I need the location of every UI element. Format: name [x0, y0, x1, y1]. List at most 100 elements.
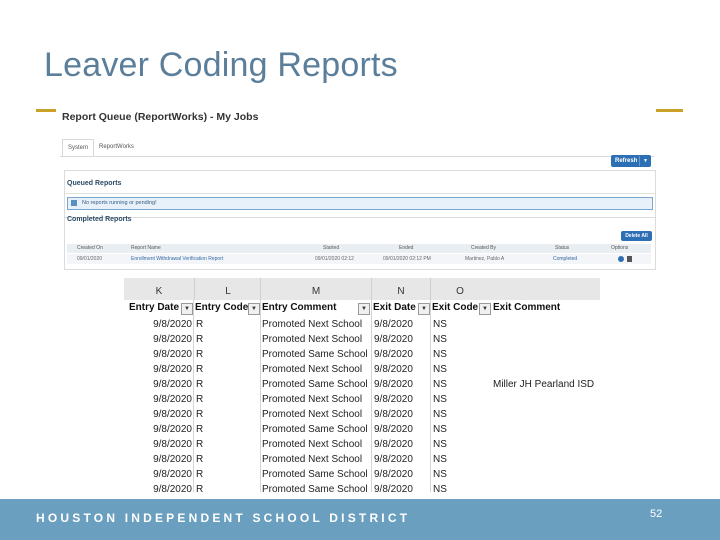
cell-exit-comment[interactable]	[493, 317, 600, 332]
col-status[interactable]: Status	[555, 244, 569, 253]
col-report-name[interactable]: Report Name	[131, 244, 161, 253]
report-name-link[interactable]: Enrollment Withdrawal Verification Repor…	[131, 254, 223, 264]
cell-entry-date[interactable]: 9/8/2020	[124, 362, 192, 377]
cell-exit-code[interactable]: NS	[433, 422, 463, 437]
cell-exit-comment[interactable]	[493, 347, 600, 362]
cell-exit-date[interactable]: 9/8/2020	[374, 422, 429, 437]
header-exit-date: Exit Date	[373, 302, 416, 313]
column-letter-n[interactable]: N	[371, 278, 431, 300]
column-letter-o[interactable]: O	[430, 278, 490, 300]
column-letter-m[interactable]: M	[260, 278, 372, 300]
cell-exit-comment[interactable]	[493, 392, 600, 407]
cell-entry-comment[interactable]: Promoted Same School	[262, 467, 370, 482]
cell-exit-code[interactable]: NS	[433, 437, 463, 452]
tab-reportworks[interactable]: ReportWorks	[94, 139, 139, 155]
col-created-on[interactable]: Created On	[77, 244, 103, 253]
cell-exit-date[interactable]: 9/8/2020	[374, 317, 429, 332]
cell-exit-code[interactable]: NS	[433, 482, 463, 492]
cell-exit-code[interactable]: NS	[433, 347, 463, 362]
col-started[interactable]: Started	[323, 244, 339, 253]
cell-entry-comment[interactable]: Promoted Next School	[262, 452, 370, 467]
cell-entry-comment[interactable]: Promoted Next School	[262, 332, 370, 347]
cell-entry-code[interactable]: R	[196, 332, 216, 347]
cell-entry-comment[interactable]: Promoted Same School	[262, 422, 370, 437]
refresh-button[interactable]: Refresh ▼	[611, 155, 651, 167]
footer-district-name: HOUSTON INDEPENDENT SCHOOL DISTRICT	[36, 511, 411, 525]
cell-entry-comment[interactable]: Promoted Next School	[262, 317, 370, 332]
cell-exit-comment[interactable]	[493, 407, 600, 422]
cell-entry-code[interactable]: R	[196, 347, 216, 362]
cell-exit-date[interactable]: 9/8/2020	[374, 407, 429, 422]
tab-system[interactable]: System	[62, 139, 95, 156]
cell-exit-date[interactable]: 9/8/2020	[374, 467, 429, 482]
cell-exit-comment[interactable]: Miller JH Pearland ISD	[493, 377, 600, 392]
cell-exit-code[interactable]: NS	[433, 332, 463, 347]
cell-entry-date[interactable]: 9/8/2020	[124, 407, 192, 422]
table-row: 9/8/2020 R Promoted Next School 9/8/2020 NS	[124, 362, 600, 377]
delete-icon[interactable]	[627, 256, 632, 262]
cell-entry-code[interactable]: R	[196, 407, 216, 422]
cell-entry-code[interactable]: R	[196, 437, 216, 452]
cell-entry-code[interactable]: R	[196, 392, 216, 407]
cell-exit-code[interactable]: NS	[433, 452, 463, 467]
cell-exit-date[interactable]: 9/8/2020	[374, 392, 429, 407]
cell-exit-comment[interactable]	[493, 482, 600, 492]
cell-entry-code[interactable]: R	[196, 452, 216, 467]
filter-applied-icon[interactable]: ▼	[479, 303, 491, 315]
cell-exit-comment[interactable]	[493, 422, 600, 437]
cell-exit-code[interactable]: NS	[433, 407, 463, 422]
cell-exit-date[interactable]: 9/8/2020	[374, 362, 429, 377]
chevron-down-icon[interactable]: ▼	[643, 155, 648, 167]
cell-entry-comment[interactable]: Promoted Next School	[262, 437, 370, 452]
cell-entry-date[interactable]: 9/8/2020	[124, 437, 192, 452]
cell-exit-code[interactable]: NS	[433, 392, 463, 407]
column-letter-k[interactable]: K	[124, 278, 194, 300]
cell-exit-comment[interactable]	[493, 452, 600, 467]
cell-exit-date[interactable]: 9/8/2020	[374, 452, 429, 467]
cell-exit-code[interactable]: NS	[433, 362, 463, 377]
download-icon[interactable]	[618, 256, 624, 262]
col-created-by[interactable]: Created By	[471, 244, 496, 253]
cell-entry-comment[interactable]: Promoted Same School	[262, 347, 370, 362]
delete-all-button[interactable]: Delete All	[621, 231, 652, 241]
cell-entry-comment[interactable]: Promoted Same School	[262, 482, 370, 492]
filter-dropdown-icon[interactable]: ▼	[181, 303, 193, 315]
cell-entry-comment[interactable]: Promoted Next School	[262, 362, 370, 377]
filter-dropdown-icon[interactable]: ▼	[418, 303, 430, 315]
cell-exit-code[interactable]: NS	[433, 317, 463, 332]
cell-exit-comment[interactable]	[493, 332, 600, 347]
completed-reports-header: Created On Report Name Started Ended Cre…	[67, 244, 651, 253]
cell-entry-date[interactable]: 9/8/2020	[124, 467, 192, 482]
cell-entry-date[interactable]: 9/8/2020	[124, 332, 192, 347]
cell-entry-date[interactable]: 9/8/2020	[124, 392, 192, 407]
cell-entry-date[interactable]: 9/8/2020	[124, 347, 192, 362]
cell-entry-code[interactable]: R	[196, 482, 216, 492]
cell-exit-code[interactable]: NS	[433, 467, 463, 482]
cell-exit-date[interactable]: 9/8/2020	[374, 377, 429, 392]
cell-exit-date[interactable]: 9/8/2020	[374, 482, 429, 492]
cell-entry-code[interactable]: R	[196, 422, 216, 437]
cell-exit-date[interactable]: 9/8/2020	[374, 347, 429, 362]
cell-exit-comment[interactable]	[493, 437, 600, 452]
cell-entry-date[interactable]: 9/8/2020	[124, 422, 192, 437]
cell-exit-date[interactable]: 9/8/2020	[374, 437, 429, 452]
column-letter-l[interactable]: L	[194, 278, 262, 300]
cell-entry-code[interactable]: R	[196, 377, 216, 392]
cell-entry-comment[interactable]: Promoted Next School	[262, 407, 370, 422]
cell-exit-comment[interactable]	[493, 362, 600, 377]
col-ended[interactable]: Ended	[399, 244, 413, 253]
cell-exit-date[interactable]: 9/8/2020	[374, 332, 429, 347]
cell-entry-code[interactable]: R	[196, 467, 216, 482]
cell-exit-comment[interactable]	[493, 467, 600, 482]
cell-entry-code[interactable]: R	[196, 317, 216, 332]
cell-entry-comment[interactable]: Promoted Next School	[262, 392, 370, 407]
cell-entry-code[interactable]: R	[196, 362, 216, 377]
filter-dropdown-icon[interactable]: ▼	[248, 303, 260, 315]
cell-entry-date[interactable]: 9/8/2020	[124, 482, 192, 492]
cell-entry-date[interactable]: 9/8/2020	[124, 377, 192, 392]
cell-entry-comment[interactable]: Promoted Same School	[262, 377, 370, 392]
cell-entry-date[interactable]: 9/8/2020	[124, 317, 192, 332]
filter-dropdown-icon[interactable]: ▼	[358, 303, 370, 315]
cell-entry-date[interactable]: 9/8/2020	[124, 452, 192, 467]
cell-exit-code[interactable]: NS	[433, 377, 463, 392]
